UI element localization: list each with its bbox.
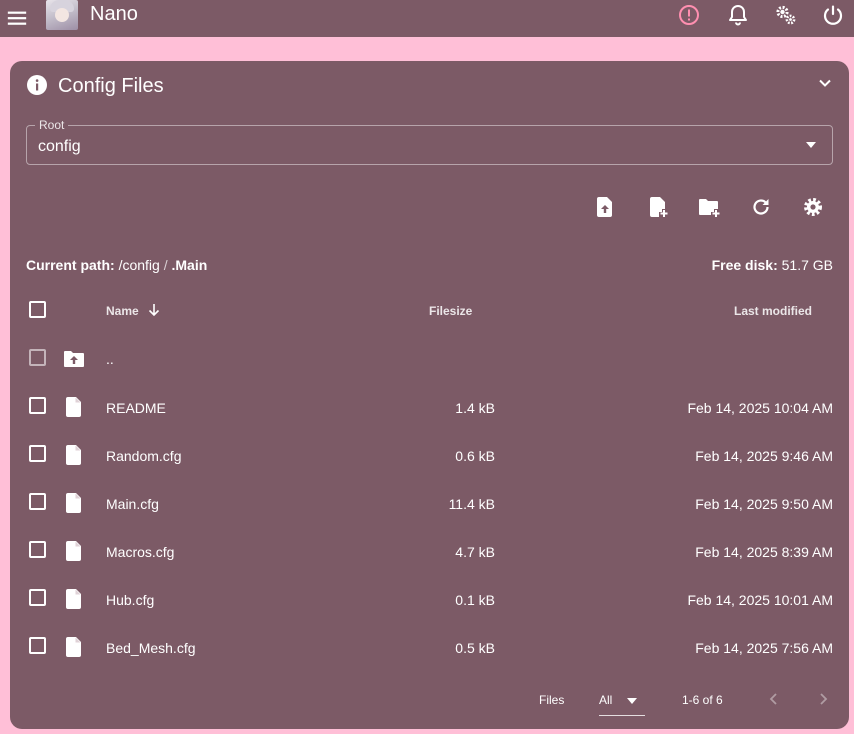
row-checkbox[interactable] [29, 445, 46, 462]
file-modified: Feb 14, 2025 8:39 AM [695, 544, 833, 560]
free-disk: Free disk: 51.7 GB [712, 257, 833, 273]
file-name: Bed_Mesh.cfg [106, 640, 196, 656]
folder-up-icon [64, 351, 84, 367]
file-modified: Feb 14, 2025 10:04 AM [687, 400, 833, 416]
column-header-last-modified[interactable]: Last modified [734, 304, 812, 318]
file-modified: Feb 14, 2025 9:50 AM [695, 496, 833, 512]
file-icon [66, 589, 81, 609]
refresh-icon[interactable] [749, 195, 773, 219]
parent-directory-row[interactable]: .. [10, 333, 849, 381]
row-checkbox[interactable] [29, 589, 46, 606]
select-all-checkbox[interactable] [29, 301, 46, 318]
root-select-label: Root [35, 118, 69, 132]
file-name: Random.cfg [106, 448, 182, 464]
table-row[interactable]: Macros.cfg 4.7 kB Feb 14, 2025 8:39 AM [10, 527, 849, 575]
chevron-left-icon[interactable] [766, 691, 782, 707]
files-per-page-label: Files [539, 693, 565, 707]
pagination-range: 1-6 of 6 [682, 693, 723, 707]
row-checkbox[interactable] [29, 541, 46, 558]
file-name: Main.cfg [106, 496, 159, 512]
file-modified: Feb 14, 2025 10:01 AM [687, 592, 833, 608]
settings-icon[interactable] [801, 195, 825, 219]
file-size: 11.4 kB [448, 496, 495, 512]
file-name: Macros.cfg [106, 544, 175, 560]
current-path-label: Current path: [26, 257, 115, 273]
dropdown-arrow-icon [627, 698, 637, 704]
bell-icon[interactable] [726, 3, 750, 27]
top-app-bar: Nano [0, 0, 854, 37]
dropdown-arrow-icon [806, 142, 816, 148]
path-segment-current: .Main [171, 257, 208, 273]
chevron-right-icon[interactable] [815, 691, 831, 707]
gears-icon[interactable] [774, 3, 798, 27]
table-row[interactable]: README 1.4 kB Feb 14, 2025 10:04 AM [10, 383, 849, 431]
path-separator: / [163, 257, 168, 273]
row-checkbox[interactable] [29, 397, 46, 414]
info-icon [27, 75, 47, 95]
file-size: 4.7 kB [455, 544, 495, 560]
power-icon[interactable] [821, 3, 845, 27]
free-disk-label: Free disk: [711, 257, 778, 273]
file-icon [66, 493, 81, 513]
file-name: README [106, 400, 166, 416]
table-row[interactable]: Bed_Mesh.cfg 0.5 kB Feb 14, 2025 7:56 AM [10, 623, 849, 671]
root-select-value: config [38, 138, 81, 155]
table-row[interactable]: Main.cfg 11.4 kB Feb 14, 2025 9:50 AM [10, 479, 849, 527]
file-icon [66, 445, 81, 465]
column-header-name-label: Name [106, 304, 139, 318]
table-row[interactable]: Random.cfg 0.6 kB Feb 14, 2025 9:46 AM [10, 431, 849, 479]
files-per-page-select[interactable]: All [599, 688, 645, 716]
app-title: Nano [90, 3, 138, 25]
file-icon [66, 541, 81, 561]
file-size: 1.4 kB [455, 400, 495, 416]
file-size: 0.5 kB [455, 640, 495, 656]
upload-file-icon[interactable] [593, 195, 617, 219]
column-header-filesize[interactable]: Filesize [429, 304, 472, 318]
row-checkbox[interactable] [29, 349, 46, 366]
file-name: Hub.cfg [106, 592, 155, 608]
current-path: Current path: /config / .Main [26, 257, 207, 273]
file-modified: Feb 14, 2025 9:46 AM [695, 448, 833, 464]
file-modified: Feb 14, 2025 7:56 AM [695, 640, 833, 656]
sort-arrow-down-icon[interactable] [147, 303, 161, 317]
row-checkbox[interactable] [29, 493, 46, 510]
row-checkbox[interactable] [29, 637, 46, 654]
panel-title: Config Files [58, 75, 164, 97]
root-select[interactable]: Root config [26, 118, 833, 165]
file-size: 0.1 kB [455, 592, 495, 608]
new-folder-icon[interactable] [697, 195, 721, 219]
table-row[interactable]: Hub.cfg 0.1 kB Feb 14, 2025 10:01 AM [10, 575, 849, 623]
alert-icon[interactable] [677, 3, 701, 27]
path-segment-root[interactable]: /config [119, 257, 160, 273]
column-header-name[interactable]: Name [106, 304, 160, 318]
new-file-icon[interactable] [646, 195, 670, 219]
file-icon [66, 637, 81, 657]
file-size: 0.6 kB [455, 448, 495, 464]
file-icon [66, 397, 81, 417]
file-name: .. [106, 351, 114, 367]
config-files-panel: Config Files Root config Current path: / [10, 61, 849, 729]
printer-avatar [46, 0, 78, 30]
chevron-down-icon[interactable] [817, 75, 833, 91]
menu-icon[interactable] [6, 7, 28, 29]
free-disk-value: 51.7 GB [781, 257, 833, 273]
files-per-page-value: All [599, 693, 613, 707]
